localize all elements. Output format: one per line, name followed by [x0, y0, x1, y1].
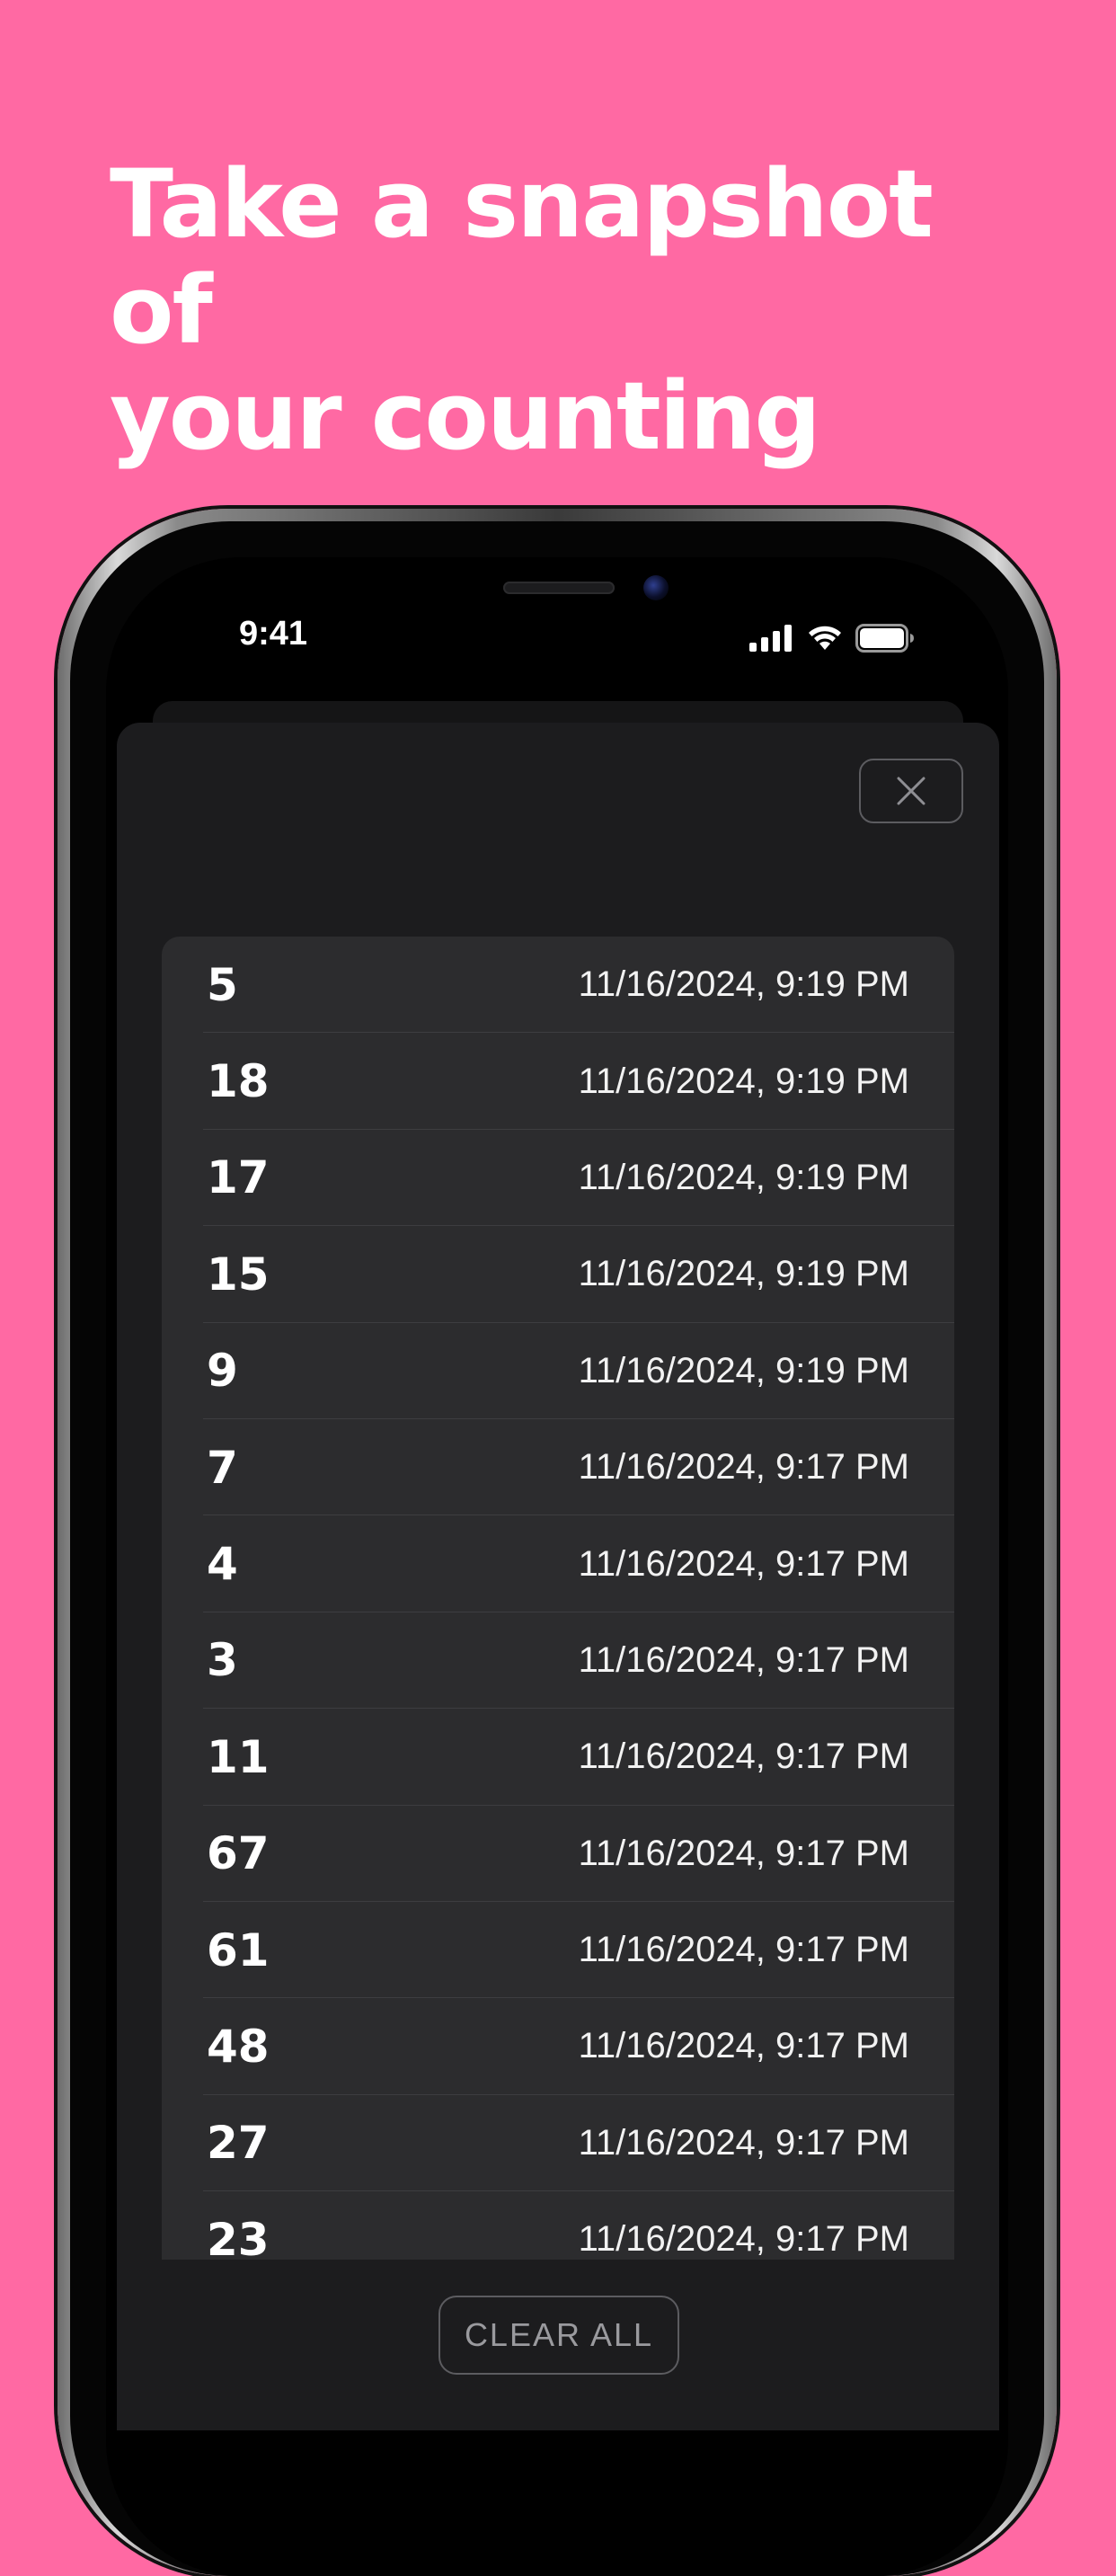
history-timestamp: 11/16/2024, 9:17 PM: [578, 2219, 909, 2260]
history-row[interactable]: 27 11/16/2024, 9:17 PM: [162, 2095, 954, 2192]
history-timestamp: 11/16/2024, 9:17 PM: [578, 1833, 909, 1873]
history-row[interactable]: 4 11/16/2024, 9:17 PM: [162, 1515, 954, 1613]
history-row[interactable]: 3 11/16/2024, 9:17 PM: [162, 1612, 954, 1710]
clear-all-button[interactable]: CLEAR ALL: [438, 2296, 679, 2375]
history-row[interactable]: 18 11/16/2024, 9:19 PM: [162, 1033, 954, 1131]
status-time: 9:41: [239, 615, 308, 653]
earpiece-speaker: [503, 582, 615, 594]
history-count: 48: [207, 2020, 270, 2073]
cellular-signal-icon: [749, 625, 792, 652]
close-icon: [897, 777, 926, 805]
headline-line-1: Take a snapshot of: [110, 149, 934, 365]
headline-line-2: your counting: [110, 361, 821, 471]
history-count: 11: [207, 1730, 270, 1783]
history-timestamp: 11/16/2024, 9:19 PM: [578, 1157, 909, 1197]
history-count: 3: [207, 1634, 238, 1687]
close-button[interactable]: [859, 759, 963, 823]
history-row[interactable]: 61 11/16/2024, 9:17 PM: [162, 1902, 954, 1999]
battery-icon: [855, 624, 914, 653]
history-timestamp: 11/16/2024, 9:17 PM: [578, 1737, 909, 1777]
history-timestamp: 11/16/2024, 9:19 PM: [578, 1061, 909, 1101]
history-count: 9: [207, 1345, 238, 1398]
front-camera: [643, 575, 669, 600]
wifi-icon: [809, 626, 841, 650]
history-count: 67: [207, 1827, 270, 1880]
history-row[interactable]: 48 11/16/2024, 9:17 PM: [162, 1998, 954, 2096]
status-icons: [749, 620, 915, 656]
history-timestamp: 11/16/2024, 9:17 PM: [578, 1447, 909, 1488]
history-timestamp: 11/16/2024, 9:19 PM: [578, 964, 909, 1005]
history-timestamp: 11/16/2024, 9:19 PM: [578, 1254, 909, 1294]
history-row[interactable]: 7 11/16/2024, 9:17 PM: [162, 1419, 954, 1516]
history-row[interactable]: 5 11/16/2024, 9:19 PM: [162, 937, 954, 1034]
history-timestamp: 11/16/2024, 9:19 PM: [578, 1350, 909, 1390]
history-count: 4: [207, 1538, 238, 1591]
headline: Take a snapshot of your counting: [110, 151, 1008, 469]
history-row[interactable]: 67 11/16/2024, 9:17 PM: [162, 1806, 954, 1903]
history-row[interactable]: 11 11/16/2024, 9:17 PM: [162, 1709, 954, 1806]
history-count: 5: [207, 958, 238, 1011]
history-count: 27: [207, 2117, 270, 2170]
history-row[interactable]: 9 11/16/2024, 9:19 PM: [162, 1323, 954, 1420]
history-count: 23: [207, 2213, 270, 2260]
history-row[interactable]: 15 11/16/2024, 9:19 PM: [162, 1226, 954, 1323]
history-count: 61: [207, 1923, 270, 1976]
history-timestamp: 11/16/2024, 9:17 PM: [578, 1543, 909, 1584]
history-timestamp: 11/16/2024, 9:17 PM: [578, 2026, 909, 2066]
history-timestamp: 11/16/2024, 9:17 PM: [578, 1639, 909, 1680]
history-count: 17: [207, 1151, 270, 1204]
history-count: 18: [207, 1055, 270, 1108]
history-row[interactable]: 17 11/16/2024, 9:19 PM: [162, 1130, 954, 1227]
history-count: 15: [207, 1248, 270, 1301]
history-row[interactable]: 23 11/16/2024, 9:17 PM: [162, 2191, 954, 2260]
history-count: 7: [207, 1441, 238, 1494]
history-timestamp: 11/16/2024, 9:17 PM: [578, 2122, 909, 2163]
history-timestamp: 11/16/2024, 9:17 PM: [578, 1930, 909, 1970]
history-list: 5 11/16/2024, 9:19 PM 18 11/16/2024, 9:19 P…: [162, 937, 954, 2260]
